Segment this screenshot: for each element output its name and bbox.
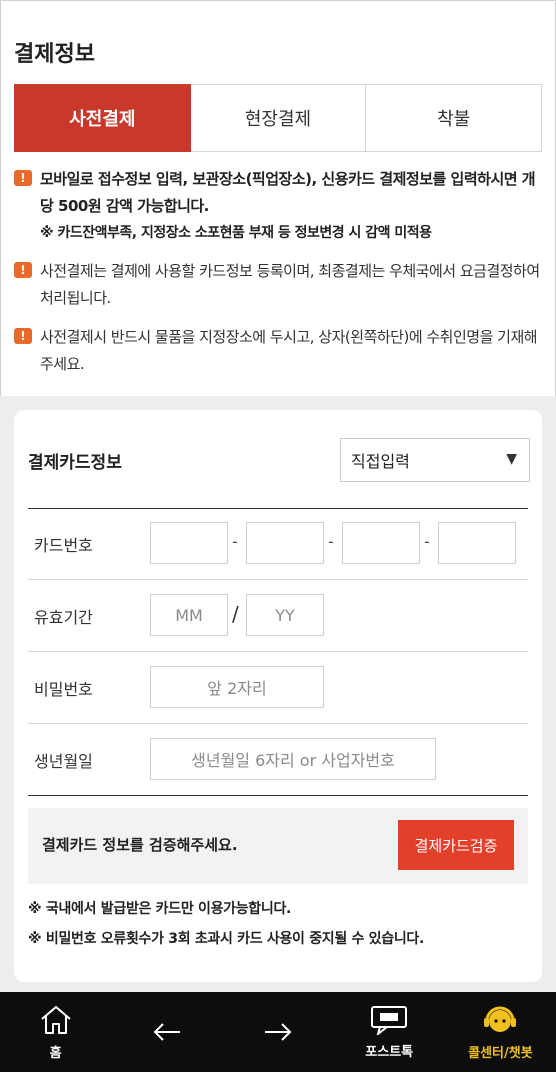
alert-icon: ! [14,262,32,278]
notice-item: ! 사전결제시 반드시 물품을 지정장소에 두시고, 상자(왼쪽하단)에 수취인… [14,324,542,378]
payment-tabs: 사전결제 현장결제 착불 [14,84,543,152]
notice-text: 모바일로 접수정보 입력, 보관장소(픽업장소), 신용카드 결제정보를 입력하… [40,170,536,215]
separator: / [232,602,239,626]
nav-callcenter-label: 콜센터/챗봇 [468,1045,533,1061]
card-number-field-3[interactable] [342,522,420,564]
tab-prepayment[interactable]: 사전결제 [14,84,191,152]
verify-card-button[interactable]: 결제카드검증 [398,820,514,870]
card-number-field-1[interactable] [150,522,228,564]
nav-home[interactable]: 홈 [0,992,111,1072]
home-icon [40,1005,71,1034]
notice-list: ! 모바일로 접수정보 입력, 보관장소(픽업장소), 신용카드 결제정보를 입… [14,166,542,390]
birth-or-business-number-field[interactable]: 생년월일 6자리 or 사업자번호 [150,738,436,780]
headset-icon [484,1006,517,1032]
card-number-field-2[interactable] [246,522,324,564]
arrow-right-icon [265,1023,292,1041]
birth-row: 생년월일 생년월일 6자리 or 사업자번호 [28,724,528,796]
notice-item: ! 사전결제는 결제에 사용할 카드정보 등록이며, 최종결제는 우체국에서 요… [14,258,542,312]
expiry-year-field[interactable]: YY [246,594,324,636]
nav-back[interactable] [111,992,222,1072]
input-method-select[interactable]: 직접입력 ▼ [340,438,530,482]
notice-item: ! 모바일로 접수정보 입력, 보관장소(픽업장소), 신용카드 결제정보를 입… [14,166,542,246]
bottom-navigation: 홈 포스트톡 콜센터/챗봇 [0,992,556,1072]
card-header: 결제카드정보 직접입력 ▼ [28,438,530,498]
alert-icon: ! [14,328,32,344]
chat-icon [371,1005,408,1035]
nav-callcenter[interactable]: 콜센터/챗봇 [445,992,556,1072]
select-value: 직접입력 [351,452,410,471]
tab-onsite-payment[interactable]: 현장결제 [190,84,367,152]
expiry-row: 유효기간 MM / YY [28,580,528,652]
page-title: 결제정보 [14,42,95,67]
verify-message: 결제카드 정보를 검증해주세요. [42,836,238,854]
tab-cod[interactable]: 착불 [366,84,543,152]
nav-posttalk-label: 포스트톡 [365,1044,414,1060]
card-number-row: 카드번호 - - - [28,508,528,580]
password-row: 비밀번호 앞 2자리 [28,652,528,724]
nav-forward[interactable] [222,992,333,1072]
separator: - [232,532,238,551]
notice-text: 사전결제는 결제에 사용할 카드정보 등록이며, 최종결제는 우체국에서 요금결… [40,262,540,307]
notice-subtext: ※ 카드잔액부족, 지정장소 소포현품 부재 등 정보변경 시 감액 미적용 [40,225,432,241]
nav-posttalk[interactable]: 포스트톡 [334,992,445,1072]
chevron-down-icon: ▼ [506,451,517,467]
expiry-label: 유효기간 [34,608,93,627]
separator: - [424,532,430,551]
arrow-left-icon [153,1023,180,1041]
payment-card-panel: 결제카드정보 직접입력 ▼ 카드번호 - - - 유효기간 MM / YY 비밀… [14,410,542,982]
alert-icon: ! [14,170,32,186]
card-number-label: 카드번호 [34,536,93,555]
verify-panel: 결제카드 정보를 검증해주세요. 결제카드검증 [28,808,528,884]
footnote: ※ 국내에서 발급받은 카드만 이용가능합니다. [28,901,292,917]
separator: - [328,532,334,551]
expiry-month-field[interactable]: MM [150,594,228,636]
password-label: 비밀번호 [34,680,93,699]
card-number-field-4[interactable] [438,522,516,564]
notice-text: 사전결제시 반드시 물품을 지정장소에 두시고, 상자(왼쪽하단)에 수취인명을… [40,328,538,373]
password-field[interactable]: 앞 2자리 [150,666,324,708]
nav-home-label: 홈 [49,1045,62,1061]
footnote: ※ 비밀번호 오류횟수가 3회 초과시 카드 사용이 중지될 수 있습니다. [28,931,425,947]
card-info-title: 결제카드정보 [28,453,122,473]
birth-label: 생년월일 [34,752,93,771]
